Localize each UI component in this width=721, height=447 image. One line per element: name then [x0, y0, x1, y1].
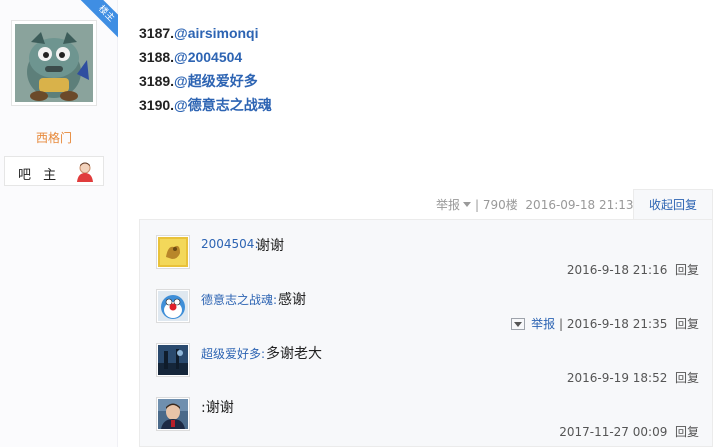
- reply-avatar-image: [158, 237, 188, 267]
- reply-time: 2016-9-18 21:16: [566, 263, 668, 277]
- reply-avatar[interactable]: [156, 289, 190, 323]
- reply-avatar-image: [158, 345, 188, 375]
- caret-down-icon[interactable]: [463, 202, 472, 207]
- post-line: 3190.@德意志之战魂: [139, 97, 272, 113]
- reply-item: :谢谢 2017-11-27 00:09 回复: [156, 397, 701, 447]
- op-corner-badge: 楼主: [80, 0, 118, 38]
- report-link[interactable]: 举报: [436, 198, 460, 212]
- post-line: 3187.@airsimonqi: [139, 25, 259, 41]
- author-username[interactable]: 西格门: [0, 129, 108, 146]
- reply-avatar-image: [158, 291, 188, 321]
- reply-text: 感谢: [278, 292, 306, 308]
- reply-author-link[interactable]: 2004504:: [201, 237, 259, 251]
- reply-footer: 2017-11-27 00:09 回复: [559, 423, 699, 440]
- mention-link[interactable]: @airsimonqi: [174, 25, 258, 41]
- op-badge-label: 楼主: [80, 0, 118, 38]
- role-label: 吧 主: [18, 168, 61, 183]
- reply-button[interactable]: 回复: [675, 425, 699, 439]
- reply-author-link[interactable]: 超级爱好多:: [201, 345, 265, 362]
- dropdown-caret-icon[interactable]: [511, 317, 526, 330]
- author-sidebar: 楼主 西格门 吧 主: [0, 0, 118, 447]
- reply-footer: 举报 | 2016-9-18 21:35 回复: [511, 315, 699, 332]
- reply-avatar-image: [158, 399, 188, 429]
- post-line: 3188.@2004504: [139, 49, 243, 65]
- reply-item: 超级爱好多: 多谢老大 2016-9-19 18:52 回复: [156, 343, 701, 393]
- moderator-icon: [75, 161, 95, 183]
- mention-link[interactable]: @2004504: [174, 49, 242, 65]
- reply-author-link[interactable]: 德意志之战魂:: [201, 291, 277, 308]
- reply-panel: 2004504: 谢谢 2016-9-18 21:16 回复 德意志之战魂: 感…: [139, 219, 713, 447]
- author-role-badge: 吧 主: [4, 156, 104, 186]
- reply-avatar[interactable]: [156, 235, 190, 269]
- reply-text: 谢谢: [256, 238, 284, 254]
- reply-time: 2016-9-19 18:52: [566, 371, 668, 385]
- reply-text: :谢谢: [201, 400, 234, 416]
- reply-button[interactable]: 回复: [675, 371, 699, 385]
- post-time: 2016-09-18 21:13: [525, 198, 634, 212]
- reply-item: 德意志之战魂: 感谢 举报 | 2016-9-18 21:35 回复: [156, 289, 701, 339]
- post-line: 3189.@超级爱好多: [139, 73, 258, 89]
- collapse-replies-button[interactable]: 收起回复: [633, 189, 713, 220]
- reply-item: 2004504: 谢谢 2016-9-18 21:16 回复: [156, 235, 701, 285]
- reply-avatar[interactable]: [156, 397, 190, 431]
- reply-avatar[interactable]: [156, 343, 190, 377]
- reply-footer: 2016-9-19 18:52 回复: [567, 369, 699, 386]
- report-link[interactable]: 举报: [531, 317, 555, 331]
- post-meta: 举报 | 790楼 2016-09-18 21:13: [436, 196, 634, 213]
- reply-text: 多谢老大: [266, 346, 322, 362]
- reply-button[interactable]: 回复: [675, 263, 699, 277]
- floor-number: | 790楼: [475, 198, 518, 212]
- reply-time: | 2016-9-18 21:35: [558, 317, 668, 331]
- mention-link[interactable]: @德意志之战魂: [174, 97, 272, 113]
- reply-footer: 2016-9-18 21:16 回复: [567, 261, 699, 278]
- post-content: 3187.@airsimonqi 3188.@2004504 3189.@超级爱…: [139, 24, 272, 120]
- reply-button[interactable]: 回复: [675, 317, 699, 331]
- reply-time: 2017-11-27 00:09: [559, 425, 668, 439]
- mention-link[interactable]: @超级爱好多: [174, 73, 258, 89]
